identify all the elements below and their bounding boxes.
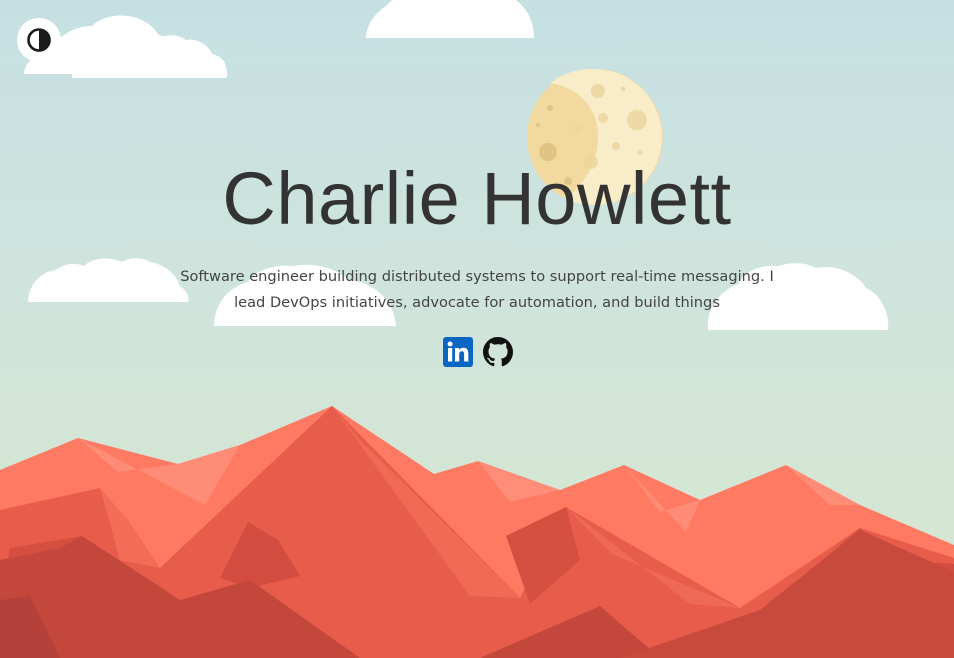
social-links (443, 337, 513, 367)
linkedin-icon (443, 337, 473, 367)
page-title: Charlie Howlett (222, 157, 732, 240)
linkedin-link[interactable] (443, 337, 473, 367)
mountains (0, 406, 954, 658)
github-icon (483, 337, 513, 367)
github-link[interactable] (483, 337, 513, 367)
contrast-icon (27, 28, 51, 52)
bio-text: Software engineer building distributed s… (180, 268, 774, 311)
hero-scene: Charlie Howlett Software engineer buildi… (0, 0, 954, 658)
theme-toggle-button[interactable] (17, 18, 61, 62)
